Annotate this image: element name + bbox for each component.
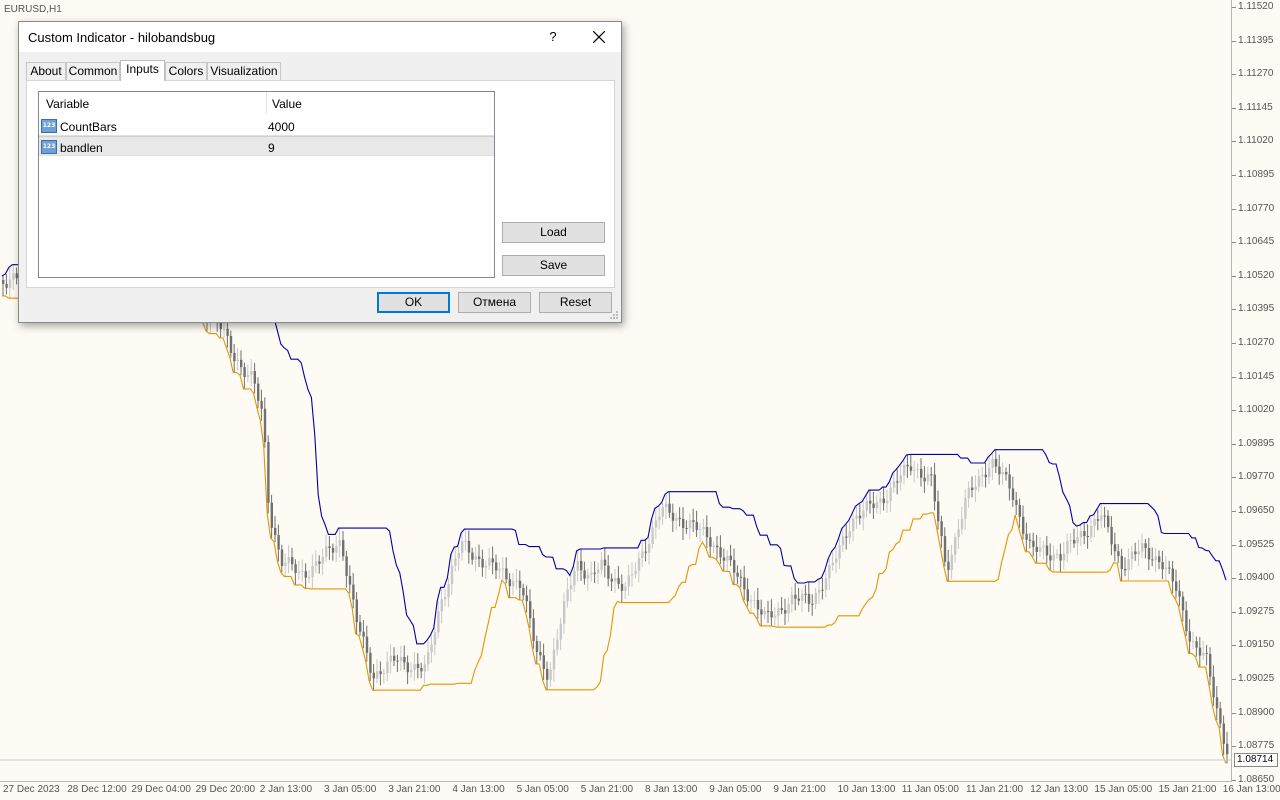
time-tick-label: 2 Jan 13:00 (259, 784, 313, 795)
load-button[interactable]: Load (502, 222, 605, 243)
price-tick-label: 1.10395 (1231, 303, 1275, 315)
time-tick-label: 8 Jan 13:00 (645, 784, 698, 795)
time-tick-label: 9 Jan 05:00 (709, 784, 762, 795)
integer-type-icon: 123 (41, 140, 57, 154)
time-axis: 27 Dec 2023 28 Dec 12:00 29 Dec 04:00 29 De… (0, 782, 1280, 800)
save-button[interactable]: Save (502, 255, 605, 276)
inputs-grid: Variable Value 123 CountBars 4000 123 ba… (38, 91, 495, 278)
reset-button[interactable]: Reset (539, 292, 612, 313)
price-tick-label: 1.09025 (1231, 673, 1275, 684)
dialog-title: Custom Indicator - hilobandsbug (28, 30, 216, 45)
time-tick-label: 28 Dec 12:00 (67, 784, 127, 795)
price-tick-label: 1.11520 (1231, 1, 1274, 12)
ok-button[interactable]: OK (377, 292, 450, 313)
lower-band-line (2, 291, 1227, 764)
price-tick-label: 1.10145 (1231, 370, 1275, 382)
time-tick-label: 11 Jan 21:00 (966, 784, 1024, 795)
price-tick-label: 1.09525 (1231, 538, 1275, 550)
price-tick-label: 1.11270 (1231, 68, 1274, 80)
price-tick-label: 1.11395 (1231, 34, 1274, 46)
variable-value[interactable]: 9 (268, 141, 275, 155)
price-tick-label: 1.09650 (1231, 505, 1275, 516)
time-tick-label: 15 Jan 21:00 (1158, 784, 1217, 795)
cancel-button[interactable]: Отмена (458, 292, 531, 313)
tab-colors[interactable]: Colors (165, 62, 207, 81)
variable-value[interactable]: 4000 (268, 120, 295, 134)
time-tick-label: 5 Jan 05:00 (516, 784, 569, 795)
time-tick-label: 12 Jan 13:00 (1030, 784, 1089, 795)
price-tick-label: 1.09400 (1231, 572, 1275, 584)
variable-name: bandlen (60, 141, 103, 155)
grid-header: Variable Value (39, 92, 494, 114)
custom-indicator-dialog: Custom Indicator - hilobandsbug ? About … (18, 21, 622, 323)
time-tick-label: 9 Jan 21:00 (773, 784, 826, 795)
price-tick-label: 1.09275 (1231, 605, 1275, 617)
tab-inputs[interactable]: Inputs (120, 60, 165, 81)
table-row[interactable]: 123 CountBars 4000 (39, 116, 494, 136)
time-tick-label: 10 Jan 13:00 (837, 784, 896, 795)
tab-visualization[interactable]: Visualization (207, 62, 281, 81)
tab-about[interactable]: About (26, 62, 66, 81)
time-tick-label: 3 Jan 21:00 (388, 784, 441, 795)
integer-type-icon: 123 (41, 119, 57, 133)
variable-name: CountBars (60, 120, 117, 134)
table-row[interactable]: 123 bandlen 9 (39, 136, 494, 156)
time-tick-label: 11 Jan 05:00 (901, 784, 959, 795)
dialog-titlebar[interactable]: Custom Indicator - hilobandsbug ? (19, 22, 621, 52)
price-tick-label: 1.09150 (1231, 639, 1275, 651)
inputs-panel: Variable Value 123 CountBars 4000 123 ba… (26, 80, 615, 288)
price-tick-label: 1.09895 (1231, 437, 1275, 449)
price-tick-label: 1.10770 (1231, 202, 1275, 214)
close-button[interactable] (585, 26, 613, 48)
price-tick-label: 1.10020 (1231, 404, 1275, 416)
column-header-value[interactable]: Value (272, 97, 302, 111)
time-tick-label: 5 Jan 21:00 (580, 784, 634, 795)
price-tick-label: 1.10520 (1231, 269, 1275, 281)
time-tick-label: 29 Dec 20:00 (195, 784, 256, 795)
time-tick-label: 4 Jan 13:00 (452, 784, 505, 795)
time-tick-label: 15 Jan 05:00 (1094, 784, 1153, 795)
tab-common[interactable]: Common (66, 62, 120, 81)
symbol-label: EURUSD,H1 (4, 4, 62, 15)
price-tick-label: 1.11145 (1232, 101, 1273, 113)
help-button[interactable]: ? (541, 26, 565, 48)
price-tick-label: 1.11020 (1231, 135, 1274, 147)
price-tick-label: 1.10645 (1231, 236, 1275, 248)
time-tick-label: 16 Jan 13:00 (1222, 784, 1280, 795)
time-tick-label: 3 Jan 05:00 (324, 784, 377, 795)
price-tick-label: 1.08775 (1231, 740, 1275, 752)
price-tick-label: 1.09770 (1231, 471, 1275, 483)
column-header-variable[interactable]: Variable (46, 97, 89, 111)
price-tick-label: 1.10895 (1231, 169, 1275, 180)
price-tick-label: 1.08900 (1231, 706, 1275, 718)
time-tick-label: 27 Dec 2023 (3, 784, 60, 795)
resize-grip-icon[interactable] (609, 310, 619, 320)
price-tick-label: 1.10270 (1231, 337, 1275, 348)
close-icon (592, 30, 606, 44)
price-axis: 1.11520 1.11395 1.11270 1.11145 1.11020 1.108… (1231, 0, 1280, 800)
time-tick-label: 29 Dec 04:00 (131, 784, 191, 795)
current-price-label: 1.08714 (1234, 753, 1278, 767)
